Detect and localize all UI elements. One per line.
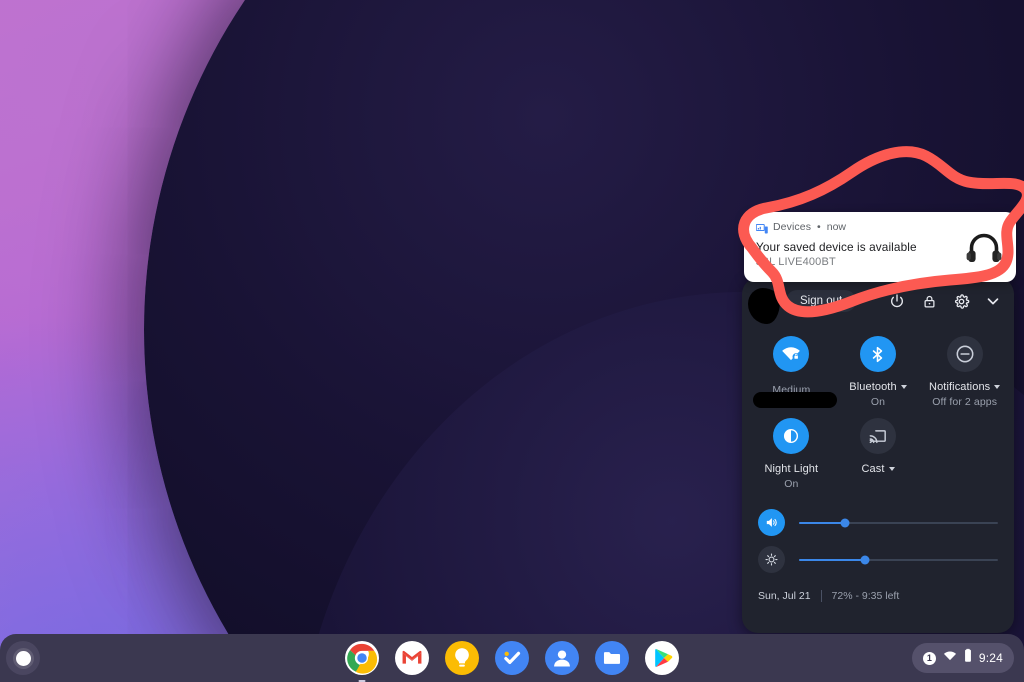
shelf: 1 9:24 [0,634,1024,682]
volume-slider[interactable] [799,522,998,524]
tile-notifications[interactable]: Notifications Off for 2 apps [921,330,1008,408]
brightness-slider-fill [799,559,865,561]
tile-night-light-sublabel: On [784,478,798,490]
wifi-icon [943,649,957,668]
tile-cast-label: Cast [861,463,894,475]
shelf-item-keep[interactable] [445,641,479,675]
tile-bluetooth-text: Bluetooth [849,381,896,393]
launcher-dot [16,651,31,666]
volume-icon[interactable] [758,509,785,536]
tray-clock[interactable]: 9:24 [979,651,1003,665]
lock-icon[interactable] [914,286,944,316]
notification-card[interactable]: Devices • now Your saved device is avail… [744,212,1016,282]
chevron-down-icon[interactable] [901,385,907,389]
system-tray[interactable]: 1 9:24 [912,643,1014,673]
power-icon[interactable] [882,286,912,316]
bluetooth-icon [860,336,896,372]
chevron-down-icon[interactable] [978,286,1008,316]
tile-night-light[interactable]: Night Light On [748,412,835,490]
shelf-app-list [345,641,679,675]
night-light-icon [773,418,809,454]
tile-bluetooth-sublabel: On [871,396,885,408]
sign-out-button[interactable]: Sign out [786,290,856,312]
do-not-disturb-icon [947,336,983,372]
tile-bluetooth-label: Bluetooth [849,381,906,393]
volume-slider-fill [799,522,845,524]
tile-cast[interactable]: Cast [835,412,922,490]
battery-label[interactable]: 72% - 9:35 left [832,590,900,602]
battery-icon [964,648,972,668]
brightness-slider[interactable] [799,559,998,561]
tile-notifications-sublabel: Off for 2 apps [932,396,997,408]
volume-slider-row[interactable] [742,504,1014,541]
footer-divider [821,590,822,602]
quick-settings-panel[interactable]: Sign out [742,278,1014,633]
volume-slider-thumb[interactable] [840,518,849,527]
shelf-item-contacts[interactable] [545,641,579,675]
quick-settings-footer: Sun, Jul 21 72% - 9:35 left [742,578,1014,602]
tile-bluetooth[interactable]: Bluetooth On [835,330,922,408]
shelf-item-files[interactable] [595,641,629,675]
shelf-item-chrome[interactable] [345,641,379,675]
quick-settings-top-row: Sign out [742,278,1014,324]
shelf-item-gmail[interactable] [395,641,429,675]
wifi-secured-icon [773,336,809,372]
shelf-item-tasks[interactable] [495,641,529,675]
date-label[interactable]: Sun, Jul 21 [758,590,811,602]
chevron-down-icon[interactable] [889,467,895,471]
notification-app-name: Devices [773,221,811,233]
notification-time: now [827,221,846,233]
tile-night-light-label: Night Light [764,463,818,475]
redacted-network-name [753,392,837,408]
gear-icon[interactable] [946,286,976,316]
notification-count-badge: 1 [923,652,936,665]
chevron-down-icon[interactable] [994,385,1000,389]
shelf-item-play-store[interactable] [645,641,679,675]
brightness-icon[interactable] [758,546,785,573]
notification-separator: • [817,221,821,233]
devices-icon [756,222,768,233]
tile-notifications-text: Notifications [929,381,990,393]
brightness-slider-row[interactable] [742,541,1014,578]
cast-icon [860,418,896,454]
headphones-icon [964,228,1004,268]
brightness-slider-thumb[interactable] [860,555,869,564]
tile-notifications-label: Notifications [929,381,1000,393]
tile-cast-text: Cast [861,463,884,475]
launcher-icon[interactable] [6,641,40,675]
